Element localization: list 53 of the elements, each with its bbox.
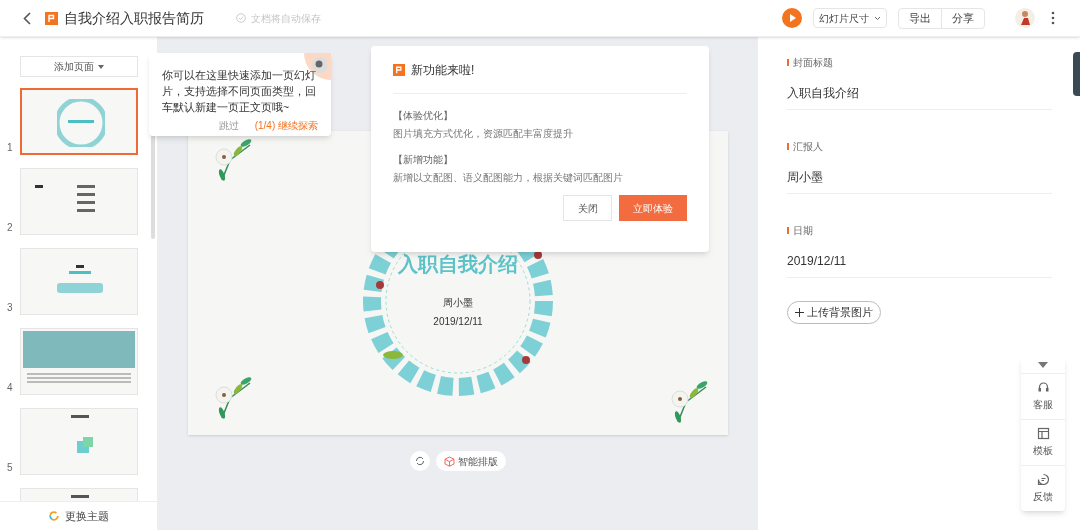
thumbnail-drawing [57, 99, 105, 147]
thumbnail-drawing [57, 265, 103, 293]
slide-number: 3 [7, 301, 13, 315]
slide-number: 5 [7, 461, 13, 475]
back-icon[interactable] [23, 11, 31, 25]
chevron-down-icon [874, 15, 881, 21]
side-tool-button[interactable]: 客服 [1021, 373, 1065, 419]
field-label: 封面标题 [793, 56, 833, 70]
field-label: 汇报人 [793, 140, 823, 154]
slide-date[interactable]: 2019/12/11 [433, 314, 483, 329]
side-tool-button[interactable]: 模板 [1021, 419, 1065, 465]
document-title[interactable]: 自我介绍入职报告简历 [64, 7, 204, 29]
section-heading: 【体验优化】 [393, 109, 454, 123]
template-icon [1036, 427, 1050, 440]
plus-icon [795, 308, 804, 317]
headset-icon [1036, 381, 1050, 394]
play-icon[interactable] [782, 8, 802, 28]
eye-icon [304, 53, 331, 80]
slide-number: 1 [7, 141, 13, 155]
smart-layout-button[interactable]: 智能排版 [436, 451, 506, 471]
scroll-handle[interactable] [1073, 52, 1080, 96]
section-text: 新增以文配图、语义配图能力，根据关键词匹配图片 [393, 171, 624, 185]
more-icon[interactable] [1051, 11, 1055, 25]
logo-icon [393, 63, 405, 76]
logo-icon [45, 11, 58, 25]
check-circle-icon [236, 13, 246, 23]
field-label: 日期 [793, 224, 813, 238]
section-heading: 【新增功能】 [393, 153, 454, 167]
avatar-icon[interactable] [1015, 8, 1035, 28]
slide-number: 2 [7, 221, 13, 235]
cube-icon [444, 455, 455, 467]
input-field[interactable]: 入职自我介绍 [787, 76, 1052, 110]
refresh-button[interactable] [410, 451, 430, 471]
caret-icon [98, 64, 104, 69]
slide-number: 4 [7, 381, 13, 395]
presenter-name[interactable]: 周小墨 [443, 295, 473, 310]
thumbnail-drawing [71, 495, 89, 498]
input-field[interactable]: 周小墨 [787, 160, 1052, 194]
dialog-title: 新功能来啦! [411, 61, 475, 79]
slide-size-dropdown[interactable]: 幻灯片尺寸 [813, 8, 887, 28]
toolbar-button[interactable]: 分享 [941, 8, 984, 28]
refresh-icon [415, 456, 425, 466]
side-tool-button[interactable]: 反馈 [1021, 465, 1065, 511]
ring-icon [48, 511, 59, 521]
add-page-button[interactable]: 添加页面 [20, 56, 138, 77]
thumbnail-drawing [71, 415, 93, 453]
collapse-caret-icon[interactable] [1038, 362, 1048, 368]
toolbar-button[interactable]: 导出 [899, 8, 941, 28]
slide-thumbnail[interactable] [20, 88, 138, 155]
tooltip-text: 你可以在这里快速添加一页幻灯片，支持选择不同页面类型，回车默认新建一页正文页哦~ [162, 68, 317, 115]
input-field[interactable]: 2019/12/11 [787, 244, 1052, 278]
thumbnail-drawing [35, 185, 95, 212]
close-button[interactable]: 关闭 [563, 195, 612, 221]
